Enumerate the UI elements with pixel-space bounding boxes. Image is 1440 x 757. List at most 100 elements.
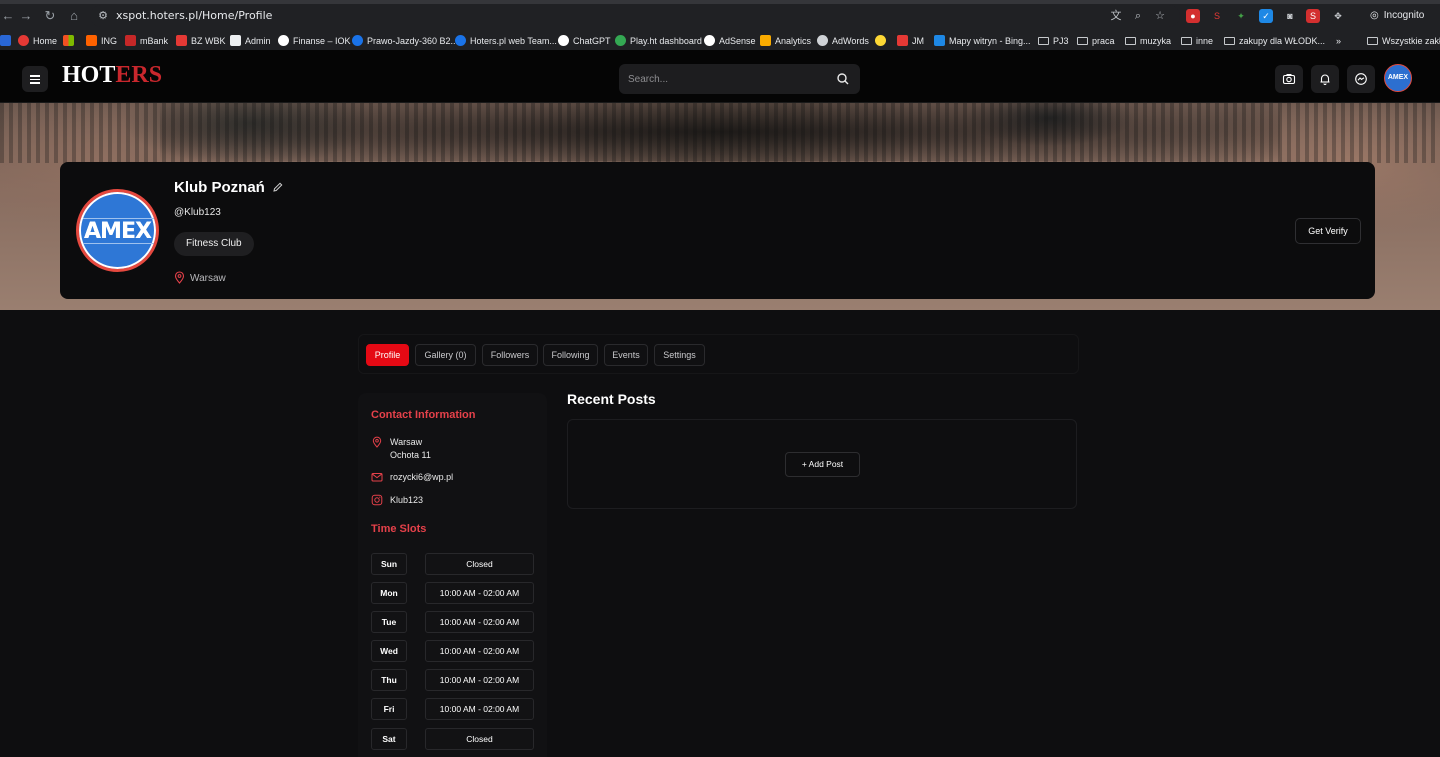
bookmarks-overflow-button[interactable]: » xyxy=(1336,34,1341,48)
extension-icon[interactable]: ◙ xyxy=(1283,9,1297,23)
profile-tabs: Profile Gallery (0) Followers Following … xyxy=(358,334,1079,374)
avatar-text: AMEX xyxy=(1387,74,1409,81)
home-icon[interactable]: ⌂ xyxy=(66,8,82,24)
address-line-2: Ochota 11 xyxy=(390,449,431,460)
bookmark-favicon-icon xyxy=(0,35,11,46)
profile-avatar[interactable]: AMEX xyxy=(76,189,159,272)
folder-icon xyxy=(1077,37,1088,45)
add-post-button[interactable]: + Add Post xyxy=(785,452,860,477)
map-pin-icon xyxy=(372,436,382,448)
recent-posts-title: Recent Posts xyxy=(567,391,656,407)
zoom-icon[interactable]: ⌕ xyxy=(1131,9,1145,23)
folder-icon xyxy=(1367,37,1378,45)
profile-location-text: Warsaw xyxy=(190,273,226,284)
pencil-icon[interactable] xyxy=(272,181,284,193)
bookmark-item[interactable]: Hoters.pl web Team... xyxy=(455,34,557,48)
extension-icon[interactable]: ✓ xyxy=(1259,9,1273,23)
bookmark-item[interactable]: Analytics xyxy=(760,34,811,48)
play-icon xyxy=(615,35,626,46)
avatar-text: AMEX xyxy=(84,219,152,244)
bookmark-item[interactable]: BZ WBK xyxy=(176,34,226,48)
forward-icon[interactable]: → xyxy=(18,8,34,24)
profile-handle: @Klub123 xyxy=(174,207,221,218)
bookmark-item[interactable]: AdSense xyxy=(704,34,756,48)
search-box xyxy=(619,64,860,94)
bookmark-item[interactable]: Mapy witryn - Bing... xyxy=(934,34,1031,48)
app-header: HOTERS AMEX xyxy=(0,50,1440,103)
microsoft-icon xyxy=(63,35,74,46)
bookmark-favicon-icon xyxy=(352,35,363,46)
user-avatar[interactable]: AMEX xyxy=(1384,64,1412,92)
hamburger-menu-button[interactable] xyxy=(22,66,48,92)
time-slots-title: Time Slots xyxy=(371,523,427,535)
hours-value: 10:00 AM - 02:00 AM xyxy=(425,669,534,691)
recent-posts-panel: + Add Post xyxy=(567,419,1077,509)
camera-button[interactable] xyxy=(1275,65,1303,93)
messenger-button[interactable] xyxy=(1347,65,1375,93)
extension-icon[interactable]: ✦ xyxy=(1234,9,1248,23)
add-post-label: Add Post xyxy=(808,459,844,469)
bookmark-item[interactable]: ING xyxy=(86,34,117,48)
bookmark-favicon-icon xyxy=(897,35,908,46)
bookmark-folder[interactable]: Wszystkie zakła xyxy=(1367,34,1440,48)
tab-strip xyxy=(0,0,1440,4)
bookmark-item[interactable]: AdWords xyxy=(817,34,869,48)
site-settings-icon[interactable]: ⚙ xyxy=(96,9,110,23)
extension-icon[interactable]: S xyxy=(1306,9,1320,23)
chatgpt-icon xyxy=(558,35,569,46)
instagram-text[interactable]: Klub123 xyxy=(390,494,423,507)
address-bar[interactable]: ⚙ xspot.hoters.pl/Home/Profile xyxy=(90,5,1180,27)
menu-line xyxy=(30,82,40,84)
profile-location: Warsaw xyxy=(174,271,226,284)
search-icon[interactable] xyxy=(836,72,850,86)
contact-instagram: Klub123 xyxy=(371,494,541,508)
search-input[interactable] xyxy=(619,64,829,94)
bookmark-favicon-icon xyxy=(18,35,29,46)
bookmark-item[interactable]: ChatGPT xyxy=(558,34,611,48)
get-verify-button[interactable]: Get Verify xyxy=(1295,218,1361,244)
bookmark-star-icon[interactable]: ☆ xyxy=(1153,9,1167,23)
tab-gallery[interactable]: Gallery (0) xyxy=(415,344,476,366)
bookmark-folder[interactable]: praca xyxy=(1077,34,1115,48)
tab-settings[interactable]: Settings xyxy=(654,344,705,366)
bookmark-folder[interactable]: muzyka xyxy=(1125,34,1171,48)
url-text: xspot.hoters.pl/Home/Profile xyxy=(116,9,273,22)
tab-following[interactable]: Following xyxy=(543,344,598,366)
bookmark-favicon-icon xyxy=(176,35,187,46)
analytics-icon xyxy=(760,35,771,46)
mail-icon xyxy=(371,473,383,482)
bookmark-item[interactable] xyxy=(63,34,78,48)
back-icon[interactable]: ← xyxy=(0,8,16,24)
hours-value: 10:00 AM - 02:00 AM xyxy=(425,698,534,720)
email-text[interactable]: rozycki6@wp.pl xyxy=(390,471,453,484)
bookmark-folder[interactable]: zakupy dla WŁODK... xyxy=(1224,34,1325,48)
tab-followers[interactable]: Followers xyxy=(482,344,538,366)
incognito-indicator[interactable]: ◎ Incognito xyxy=(1362,6,1434,26)
hoters-logo[interactable]: HOTERS xyxy=(62,62,162,89)
bookmark-item[interactable]: Admin xyxy=(230,34,271,48)
extension-icon[interactable]: ● xyxy=(1186,9,1200,23)
bookmark-item[interactable] xyxy=(875,34,890,48)
tab-profile[interactable]: Profile xyxy=(366,344,409,366)
bookmark-folder[interactable]: inne xyxy=(1181,34,1213,48)
bookmark-item[interactable]: mBank xyxy=(125,34,168,48)
translate-icon[interactable]: 文 xyxy=(1109,9,1123,23)
bookmark-item[interactable]: Home xyxy=(18,34,57,48)
folder-icon xyxy=(1038,37,1049,45)
bookmark-item[interactable]: JM xyxy=(897,34,924,48)
bookmark-item[interactable]: Finanse – IOK xyxy=(278,34,351,48)
bookmark-item[interactable] xyxy=(0,34,15,48)
contact-address: Warsaw Ochota 11 xyxy=(371,436,541,462)
bookmarks-bar: Home ING mBank BZ WBK Admin Finanse – IO… xyxy=(0,32,1440,50)
messenger-icon xyxy=(1355,73,1367,85)
bookmark-item[interactable]: Play.ht dashboard xyxy=(615,34,702,48)
extensions-puzzle-icon[interactable]: ✥ xyxy=(1331,9,1345,23)
reload-icon[interactable]: ↻ xyxy=(42,8,58,24)
notifications-button[interactable] xyxy=(1311,65,1339,93)
contact-email: rozycki6@wp.pl xyxy=(371,471,541,485)
hours-value: 10:00 AM - 02:00 AM xyxy=(425,582,534,604)
bookmark-item[interactable]: Prawo-Jazdy-360 B2... xyxy=(352,34,458,48)
bookmark-folder[interactable]: PJ3 xyxy=(1038,34,1069,48)
extension-icon[interactable]: S xyxy=(1210,9,1224,23)
tab-events[interactable]: Events xyxy=(604,344,648,366)
